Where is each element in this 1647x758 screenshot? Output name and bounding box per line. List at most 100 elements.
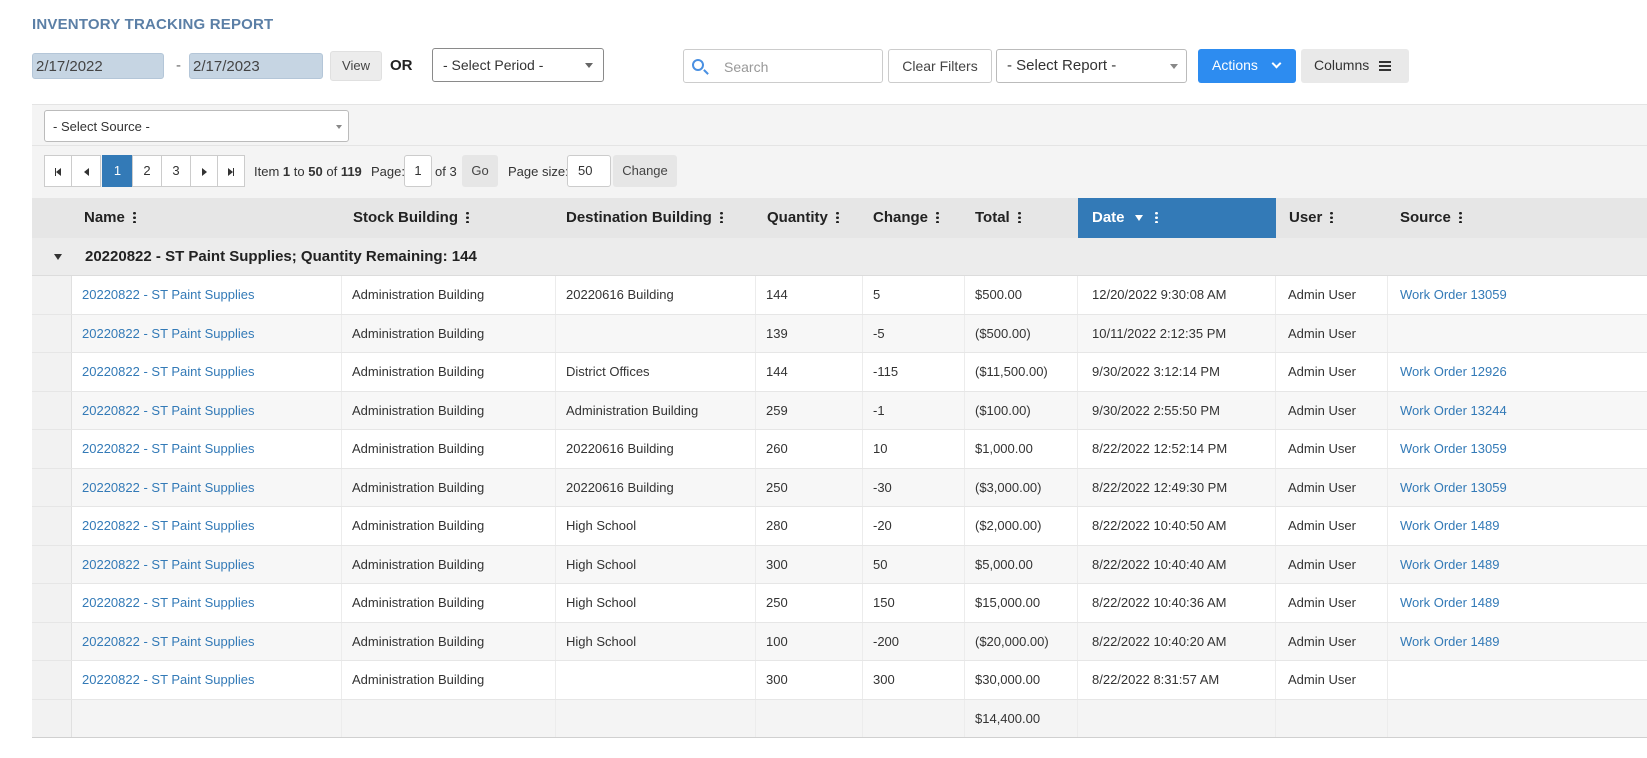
period-select[interactable]: - Select Period - — [432, 48, 604, 82]
cell-total: $1,000.00 — [965, 430, 1078, 468]
search-placeholder: Search — [724, 59, 769, 75]
cell-source[interactable]: Work Order 12926 — [1388, 353, 1647, 391]
column-menu-icon[interactable] — [466, 211, 469, 224]
source-select-label: - Select Source - — [53, 119, 150, 134]
cell-name[interactable]: 20220822 - ST Paint Supplies — [72, 584, 342, 622]
cell-name[interactable]: 20220822 - ST Paint Supplies — [72, 661, 342, 699]
report-select[interactable]: - Select Report - — [996, 49, 1187, 83]
cell-name[interactable]: 20220822 - ST Paint Supplies — [72, 391, 342, 429]
page-number-input[interactable]: 1 — [404, 155, 432, 187]
table-row: 20220822 - ST Paint Supplies Administrati… — [32, 353, 1647, 392]
cell-total: ($2,000.00) — [965, 507, 1078, 545]
cell-name[interactable]: 20220822 - ST Paint Supplies — [72, 468, 342, 506]
cell-source[interactable]: Work Order 1489 — [1388, 584, 1647, 622]
date-from-input[interactable]: 2/17/2022 — [32, 53, 164, 79]
cell-stock-building: Administration Building — [342, 545, 556, 583]
cell-name[interactable]: 20220822 - ST Paint Supplies — [72, 622, 342, 660]
cell-user: Admin User — [1276, 391, 1388, 429]
cell-source[interactable]: Work Order 13059 — [1388, 469, 1647, 507]
search-input[interactable]: Search — [683, 49, 883, 83]
column-header-quantity[interactable]: Quantity — [757, 198, 862, 238]
column-header-name[interactable]: Name — [74, 198, 342, 238]
clear-filters-button[interactable]: Clear Filters — [888, 49, 992, 83]
column-header-date[interactable]: Date — [1078, 198, 1276, 238]
cell-user: Admin User — [1276, 276, 1388, 314]
page-size-input[interactable]: 50 — [567, 155, 611, 187]
cell-total: ($3,000.00) — [965, 468, 1078, 506]
cell-name[interactable]: 20220822 - ST Paint Supplies — [72, 314, 342, 352]
cell-source[interactable]: Work Order 13244 — [1388, 392, 1647, 430]
table-row: 20220822 - ST Paint Supplies Administrati… — [32, 314, 1647, 353]
columns-button[interactable]: Columns — [1301, 49, 1409, 83]
first-page-icon — [54, 163, 62, 178]
cell-name[interactable]: 20220822 - ST Paint Supplies — [72, 276, 342, 314]
cell-name[interactable]: 20220822 - ST Paint Supplies — [72, 545, 342, 583]
last-page-button[interactable] — [217, 155, 245, 187]
column-menu-icon[interactable] — [1154, 211, 1158, 224]
view-button[interactable]: View — [330, 51, 382, 81]
change-page-size-button[interactable]: Change — [613, 155, 677, 187]
page-count-text: of 3 — [435, 164, 457, 179]
cell-quantity: 250 — [756, 468, 863, 506]
cell-stock-building: Administration Building — [342, 430, 556, 468]
cell-stock-building: Administration Building — [342, 353, 556, 391]
column-header-stock-building[interactable]: Stock Building — [343, 198, 555, 238]
column-header-source[interactable]: Source — [1388, 198, 1647, 238]
cell-date: 8/22/2022 10:40:36 AM — [1078, 584, 1276, 622]
cell-source[interactable]: Work Order 13059 — [1388, 430, 1647, 468]
cell-change: 5 — [863, 276, 965, 314]
cell-stock-building: Administration Building — [342, 622, 556, 660]
column-menu-icon[interactable] — [835, 211, 839, 224]
column-menu-icon[interactable] — [936, 211, 940, 224]
date-to-input[interactable]: 2/17/2023 — [189, 53, 323, 79]
page-label: Page: — [371, 164, 405, 179]
cell-total: ($11,500.00) — [965, 353, 1078, 391]
column-header-total[interactable]: Total — [965, 198, 1077, 238]
cell-source[interactable]: Work Order 13059 — [1388, 276, 1647, 314]
column-header-change[interactable]: Change — [863, 198, 963, 238]
column-header-user[interactable]: User — [1277, 198, 1387, 238]
cell-change: 50 — [863, 545, 965, 583]
cell-stock-building: Administration Building — [342, 391, 556, 429]
actions-button[interactable]: Actions — [1198, 49, 1296, 83]
group-row: 20220822 - ST Paint Supplies; Quantity R… — [32, 238, 1647, 276]
page-3-button[interactable]: 3 — [161, 155, 191, 187]
table-row: 20220822 - ST Paint Supplies Administrati… — [32, 391, 1647, 430]
cell-date: 8/22/2022 12:52:14 PM — [1078, 430, 1276, 468]
cell-stock-building: Administration Building — [342, 314, 556, 352]
go-button[interactable]: Go — [462, 155, 498, 187]
cell-change: 10 — [863, 430, 965, 468]
cell-source — [1388, 315, 1647, 353]
page-2-button[interactable]: 2 — [132, 155, 162, 187]
sort-descending-icon — [1134, 215, 1143, 222]
cell-name[interactable]: 20220822 - ST Paint Supplies — [72, 430, 342, 468]
cell-quantity: 260 — [756, 430, 863, 468]
collapse-group-icon[interactable] — [54, 254, 62, 260]
cell-date: 8/22/2022 10:40:40 AM — [1078, 545, 1276, 583]
column-menu-icon[interactable] — [719, 211, 723, 224]
first-page-button[interactable] — [44, 155, 72, 187]
cell-destination-building: 20220616 Building — [556, 430, 756, 468]
prev-page-button[interactable] — [71, 155, 101, 187]
column-menu-icon[interactable] — [1330, 211, 1334, 224]
column-menu-icon[interactable] — [1458, 211, 1462, 224]
cell-source[interactable]: Work Order 1489 — [1388, 507, 1647, 545]
cell-name[interactable]: 20220822 - ST Paint Supplies — [72, 353, 342, 391]
table-row: 20220822 - ST Paint Supplies Administrati… — [32, 276, 1647, 315]
column-menu-icon[interactable] — [1017, 211, 1021, 224]
column-header-destination-building[interactable]: Destination Building — [556, 198, 754, 238]
column-menu-icon[interactable] — [132, 211, 136, 224]
chevron-down-icon — [585, 63, 593, 68]
page-1-button[interactable]: 1 — [102, 155, 133, 187]
cell-source[interactable]: Work Order 1489 — [1388, 623, 1647, 661]
cell-quantity: 250 — [756, 584, 863, 622]
cell-change: -1 — [863, 391, 965, 429]
toolbar: 2/17/2022 - 2/17/2023 View OR - Select P… — [32, 48, 1452, 83]
next-page-button[interactable] — [190, 155, 218, 187]
cell-stock-building: Administration Building — [342, 507, 556, 545]
table-row: 20220822 - ST Paint Supplies Administrati… — [32, 468, 1647, 507]
cell-source[interactable]: Work Order 1489 — [1388, 546, 1647, 584]
page-size-label: Page size: — [508, 164, 569, 179]
source-select[interactable]: - Select Source - — [44, 110, 349, 142]
cell-name[interactable]: 20220822 - ST Paint Supplies — [72, 507, 342, 545]
